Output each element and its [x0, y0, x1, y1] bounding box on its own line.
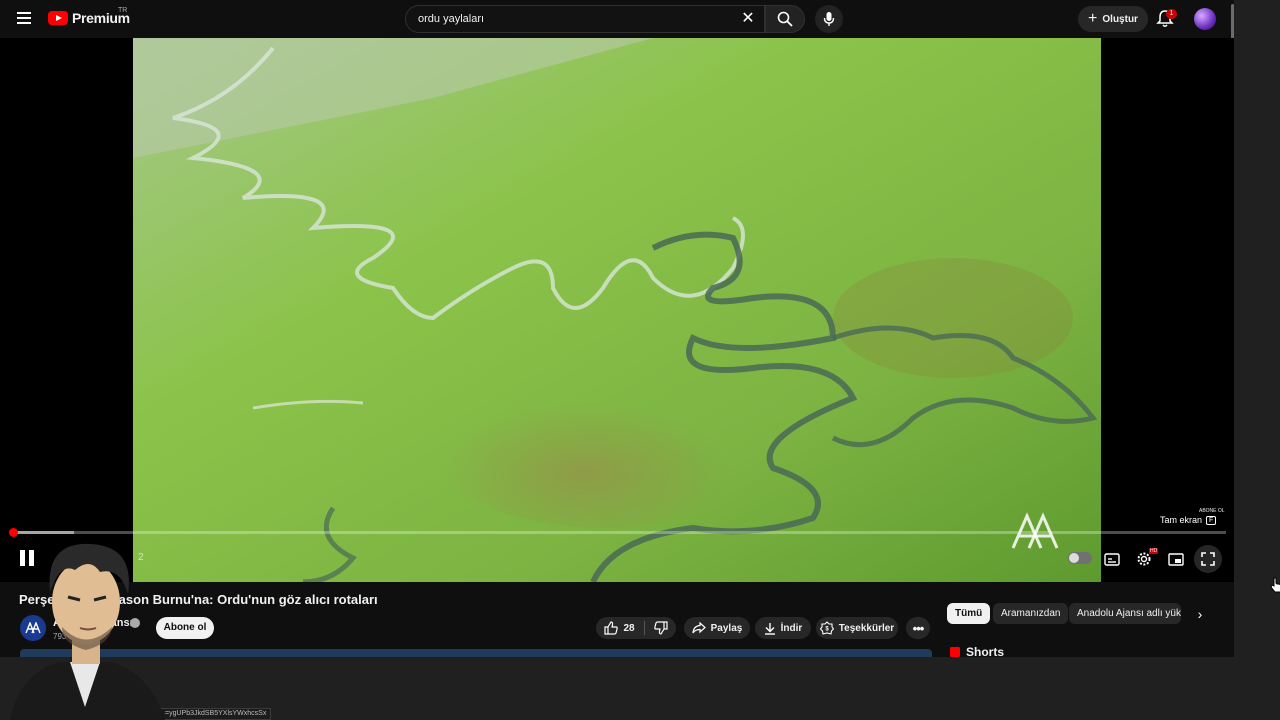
search-input[interactable]	[418, 13, 718, 25]
youtube-premium-logo[interactable]: Premium TR	[48, 7, 130, 26]
voice-search-button[interactable]	[815, 5, 843, 33]
like-dislike-group: 28	[596, 617, 676, 639]
more-actions-button[interactable]: •••	[906, 617, 930, 639]
youtube-play-icon	[48, 11, 68, 25]
status-bar-url: =ygUPb3JkdSB5YXlsYWxhcsSx	[160, 708, 272, 720]
video-player[interactable]: 2 ABONE OL Tam ekran F HD	[0, 38, 1234, 582]
chip-from-search[interactable]: Aramanızdan	[993, 603, 1069, 624]
subtitles-icon	[1104, 552, 1120, 566]
fullscreen-icon	[1198, 549, 1218, 569]
microphone-icon	[823, 12, 835, 26]
plus-icon: +	[1088, 10, 1098, 27]
fullscreen-tooltip: Tam ekran F	[1160, 515, 1217, 525]
thanks-button[interactable]: $ Teşekkürler	[816, 617, 898, 639]
chevron-right-icon[interactable]: ›	[1192, 606, 1208, 622]
chip-all[interactable]: Tümü	[947, 603, 991, 624]
download-button[interactable]: İndir	[755, 617, 811, 639]
video-frame[interactable]	[133, 38, 1101, 582]
download-icon	[764, 622, 775, 635]
clear-search-icon[interactable]: ✕	[740, 11, 756, 27]
thanks-label: Teşekkürler	[838, 622, 895, 634]
search-icon	[777, 11, 793, 27]
svg-text:$: $	[825, 627, 829, 633]
share-button[interactable]: Paylaş	[684, 617, 750, 639]
thumbs-up-icon[interactable]	[604, 621, 619, 635]
shorts-icon	[950, 647, 960, 657]
autoplay-toggle[interactable]	[1068, 552, 1092, 564]
miniplayer-button[interactable]	[1166, 549, 1186, 569]
like-separator	[643, 621, 645, 635]
subtitles-button[interactable]	[1102, 549, 1122, 569]
hd-badge: HD	[1149, 548, 1159, 554]
subscribe-watermark[interactable]: ABONE OL	[1199, 508, 1225, 514]
video-content-meadow-river	[133, 38, 1101, 582]
create-button[interactable]: + Oluştur	[1078, 6, 1148, 32]
shorts-section-heading: Shorts	[950, 647, 1004, 657]
chip-channel-uploads[interactable]: Anadolu Ajansı adlı yüklemeler	[1069, 603, 1181, 624]
shorts-title: Shorts	[966, 647, 1005, 657]
create-label: Oluştur	[1102, 13, 1138, 25]
tooltip-text: Tam ekran	[1160, 515, 1203, 525]
search-button[interactable]	[765, 5, 805, 33]
progress-bar[interactable]	[9, 528, 1226, 537]
tooltip-shortcut-key: F	[1206, 515, 1217, 525]
search-box: ✕	[405, 5, 765, 33]
share-icon	[692, 622, 706, 634]
country-code: TR	[118, 7, 128, 14]
notification-badge: 1	[1166, 9, 1177, 19]
thumbs-down-icon[interactable]	[653, 621, 668, 635]
download-label: İndir	[780, 622, 803, 634]
menu-icon[interactable]	[14, 9, 34, 29]
youtube-watch-page: Premium TR ✕ + Oluştur 1	[0, 0, 1280, 720]
right-gutter	[1234, 0, 1280, 720]
like-count[interactable]: 28	[623, 623, 634, 634]
hand-cursor-icon	[1270, 577, 1280, 593]
user-avatar[interactable]	[1194, 8, 1216, 30]
more-horizontal-icon: •••	[912, 620, 925, 636]
miniplayer-icon	[1168, 552, 1184, 566]
webcam-overlay-avatar	[10, 543, 165, 720]
share-label: Paylaş	[710, 622, 743, 634]
super-thanks-icon: $	[819, 621, 834, 635]
